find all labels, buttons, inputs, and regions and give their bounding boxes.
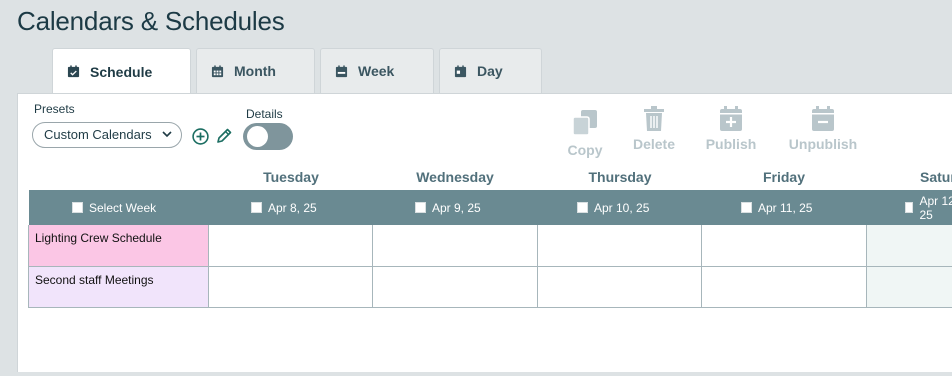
calendar-grid-icon	[211, 64, 224, 77]
day-header-saturday: Saturday	[920, 169, 952, 185]
select-week-checkbox[interactable]: Select Week	[72, 190, 156, 225]
tab-month[interactable]: Month	[196, 48, 315, 93]
copy-icon	[572, 110, 597, 136]
delete-button[interactable]: Delete	[628, 106, 680, 152]
presets-select[interactable]: Custom Calendars	[32, 122, 182, 148]
checkbox[interactable]	[251, 202, 262, 213]
calendar-check-icon	[67, 65, 80, 78]
tab-schedule[interactable]: Schedule	[52, 48, 191, 94]
schedule-cell[interactable]	[538, 225, 702, 267]
presets-label: Presets	[34, 102, 75, 116]
presets-select-value: Custom Calendars	[44, 127, 152, 142]
copy-label: Copy	[567, 142, 603, 158]
calendar-plus-icon	[720, 106, 742, 131]
add-preset-icon[interactable]	[192, 128, 209, 145]
calendar-day-icon	[454, 64, 467, 77]
schedule-cell[interactable]	[867, 267, 952, 308]
toggle-knob	[247, 126, 268, 147]
calendar-row-label[interactable]: Second staff Meetings	[28, 267, 209, 308]
date-label: Apr 10, 25	[594, 200, 650, 215]
schedule-cell[interactable]	[867, 225, 952, 267]
details-label: Details	[246, 107, 283, 121]
tab-day[interactable]: Day	[439, 48, 542, 93]
publish-label: Publish	[705, 136, 757, 152]
publish-button[interactable]: Publish	[700, 106, 762, 152]
schedule-cell[interactable]	[209, 267, 373, 308]
trash-icon	[644, 106, 664, 131]
details-toggle[interactable]	[243, 123, 293, 150]
date-header-bar: Select Week Apr 8, 25 Apr 9, 25 Apr 10, …	[29, 190, 952, 225]
schedule-cell[interactable]	[209, 225, 373, 267]
copy-button[interactable]: Copy	[563, 108, 607, 158]
date-checkbox-apr12[interactable]: Apr 12, 25	[905, 190, 952, 225]
date-checkbox-apr9[interactable]: Apr 9, 25	[415, 190, 481, 225]
checkbox[interactable]	[905, 202, 914, 213]
delete-label: Delete	[632, 136, 676, 152]
tab-label: Day	[477, 63, 503, 79]
date-label: Apr 9, 25	[432, 200, 481, 215]
date-label: Apr 8, 25	[268, 200, 317, 215]
day-header-tuesday: Tuesday	[263, 169, 319, 185]
checkbox[interactable]	[72, 202, 83, 213]
unpublish-label: Unpublish	[788, 136, 858, 152]
tab-week[interactable]: Week	[320, 48, 434, 93]
day-header-wednesday: Wednesday	[416, 169, 494, 185]
calendar-minus-icon	[812, 106, 834, 131]
schedule-cell[interactable]	[373, 225, 538, 267]
day-header-friday: Friday	[762, 169, 805, 185]
date-checkbox-apr8[interactable]: Apr 8, 25	[251, 190, 317, 225]
checkbox[interactable]	[741, 202, 752, 213]
calendar-row-label[interactable]: Lighting Crew Schedule	[28, 225, 209, 267]
edit-pencil-icon[interactable]	[215, 127, 233, 145]
tab-label: Week	[358, 63, 395, 79]
schedule-cell[interactable]	[702, 267, 867, 308]
schedule-cell[interactable]	[538, 267, 702, 308]
schedule-cell[interactable]	[373, 267, 538, 308]
page-title: Calendars & Schedules	[17, 6, 285, 36]
chevron-down-icon	[162, 131, 172, 138]
day-header-thursday: Thursday	[588, 169, 652, 185]
unpublish-button[interactable]: Unpublish	[783, 106, 863, 152]
date-label: Apr 12, 25	[919, 193, 952, 222]
checkbox[interactable]	[577, 202, 588, 213]
tab-label: Schedule	[90, 63, 153, 80]
calendar-week-icon	[335, 64, 348, 77]
checkbox[interactable]	[415, 202, 426, 213]
date-checkbox-apr10[interactable]: Apr 10, 25	[577, 190, 649, 225]
tab-label: Month	[234, 63, 276, 79]
date-label: Apr 11, 25	[758, 200, 813, 215]
date-checkbox-apr11[interactable]: Apr 11, 25	[741, 190, 812, 225]
schedule-cell[interactable]	[702, 225, 867, 267]
select-week-label: Select Week	[89, 200, 157, 215]
